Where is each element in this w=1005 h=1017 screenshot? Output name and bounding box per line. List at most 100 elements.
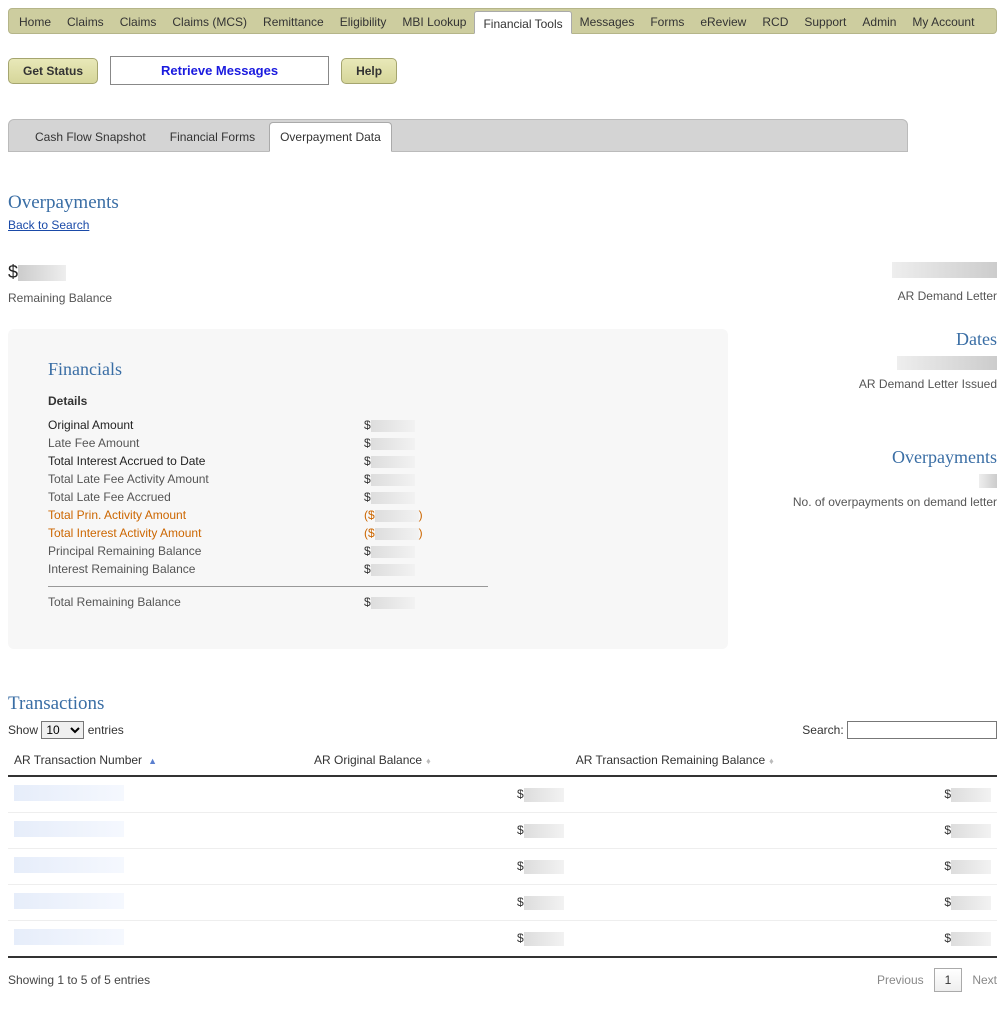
nav-item-eligibility[interactable]: Eligibility xyxy=(332,10,395,33)
main-columns: Financials Details Original Amount$Late … xyxy=(8,329,997,649)
nav-item-admin[interactable]: Admin xyxy=(854,10,904,33)
dates-heading: Dates xyxy=(758,329,997,350)
nav-item-my-account[interactable]: My Account xyxy=(904,10,982,33)
right-sidebar: Dates AR Demand Letter Issued Overpaymen… xyxy=(758,329,997,649)
fin-row: Late Fee Amount$ xyxy=(48,436,688,450)
subtab-financial-forms[interactable]: Financial Forms xyxy=(160,123,265,151)
fin-row-label: Original Amount xyxy=(48,418,364,432)
nav-item-financial-tools[interactable]: Financial Tools xyxy=(474,11,571,34)
get-status-button[interactable]: Get Status xyxy=(8,58,98,84)
show-label-pre: Show xyxy=(8,723,38,737)
fin-row: Total Late Fee Accrued$ xyxy=(48,490,688,504)
ar-demand-letter-masked xyxy=(892,262,997,278)
fin-row-label: Late Fee Amount xyxy=(48,436,364,450)
fin-row-value: ($) xyxy=(364,508,423,522)
subtab-cash-flow-snapshot[interactable]: Cash Flow Snapshot xyxy=(25,123,156,151)
cell-ar-original-balance: $ xyxy=(308,849,570,885)
total-remaining-balance-prefix: $ xyxy=(364,595,371,609)
cell-ar-remaining-balance: $ xyxy=(570,776,997,813)
fin-row: Interest Remaining Balance$ xyxy=(48,562,688,576)
remaining-balance-block: $ Remaining Balance xyxy=(8,262,112,305)
fin-row-value: $ xyxy=(364,490,415,504)
cell-ar-remaining-balance: $ xyxy=(570,849,997,885)
financials-panel: Financials Details Original Amount$Late … xyxy=(8,329,728,649)
financials-divider xyxy=(48,586,488,587)
nav-item-forms[interactable]: Forms xyxy=(642,10,692,33)
nav-item-messages[interactable]: Messages xyxy=(572,10,643,33)
financials-heading: Financials xyxy=(48,359,688,380)
overpayments-side-sublabel: No. of overpayments on demand letter xyxy=(758,495,997,509)
fin-row: Total Late Fee Activity Amount$ xyxy=(48,472,688,486)
nav-item-mbi-lookup[interactable]: MBI Lookup xyxy=(394,10,474,33)
back-to-search-link[interactable]: Back to Search xyxy=(8,218,89,232)
dates-sublabel: AR Demand Letter Issued xyxy=(758,377,997,391)
fin-row-value: ($) xyxy=(364,526,423,540)
fin-row: Total Interest Activity Amount($) xyxy=(48,526,688,540)
col-ar-transaction-number[interactable]: AR Transaction Number xyxy=(8,745,308,776)
show-entries-select[interactable]: 102550100 xyxy=(41,721,84,739)
help-button[interactable]: Help xyxy=(341,58,397,84)
cell-ar-original-balance: $ xyxy=(308,885,570,921)
total-remaining-balance-masked xyxy=(371,597,415,609)
nav-item-rcd[interactable]: RCD xyxy=(754,10,796,33)
sub-tabs: Cash Flow SnapshotFinancial FormsOverpay… xyxy=(8,119,908,152)
table-row: $$ xyxy=(8,885,997,921)
overpayments-side-heading: Overpayments xyxy=(758,447,997,468)
pager-page-1[interactable]: 1 xyxy=(934,968,963,992)
fin-row-value: $ xyxy=(364,454,415,468)
fin-row-value: $ xyxy=(364,544,415,558)
remaining-balance-label: Remaining Balance xyxy=(8,291,112,305)
cell-ar-remaining-balance: $ xyxy=(570,813,997,849)
nav-item-claims[interactable]: Claims xyxy=(59,10,112,33)
cell-ar-original-balance: $ xyxy=(308,921,570,958)
search-input[interactable] xyxy=(847,721,997,739)
fin-row-label: Total Late Fee Accrued xyxy=(48,490,364,504)
fin-row-label: Total Late Fee Activity Amount xyxy=(48,472,364,486)
ar-demand-letter-block: AR Demand Letter xyxy=(892,262,997,303)
fin-row: Total Prin. Activity Amount($) xyxy=(48,508,688,522)
col-ar-transaction-remaining-balance[interactable]: AR Transaction Remaining Balance♦ xyxy=(570,745,997,776)
retrieve-messages-box[interactable]: Retrieve Messages xyxy=(110,56,329,85)
fin-row-label: Interest Remaining Balance xyxy=(48,562,364,576)
transactions-heading: Transactions xyxy=(8,693,997,715)
table-footer: Showing 1 to 5 of 5 entries Previous 1 N… xyxy=(8,968,997,992)
total-remaining-balance-label: Total Remaining Balance xyxy=(48,595,364,609)
cell-ar-remaining-balance: $ xyxy=(570,921,997,958)
nav-item-claims-mcs-[interactable]: Claims (MCS) xyxy=(164,10,255,33)
cell-ar-original-balance: $ xyxy=(308,776,570,813)
fin-row-value: $ xyxy=(364,472,415,486)
remaining-balance-prefix: $ xyxy=(8,262,18,282)
cell-ar-transaction-number xyxy=(8,776,308,813)
col-ar-original-balance[interactable]: AR Original Balance♦ xyxy=(308,745,570,776)
cell-ar-transaction-number xyxy=(8,885,308,921)
remaining-balance-masked xyxy=(18,265,66,281)
nav-item-claims[interactable]: Claims xyxy=(112,10,165,33)
overpayments-count-masked xyxy=(979,474,997,488)
nav-item-remittance[interactable]: Remittance xyxy=(255,10,332,33)
fin-row-label: Total Prin. Activity Amount xyxy=(48,508,364,522)
subtab-overpayment-data[interactable]: Overpayment Data xyxy=(269,122,392,152)
nav-item-support[interactable]: Support xyxy=(796,10,854,33)
fin-row-label: Total Interest Accrued to Date xyxy=(48,454,364,468)
cell-ar-remaining-balance: $ xyxy=(570,885,997,921)
pager-next[interactable]: Next xyxy=(972,973,997,987)
table-row: $$ xyxy=(8,776,997,813)
summary-row: $ Remaining Balance AR Demand Letter xyxy=(8,262,997,305)
overpayments-heading: Overpayments xyxy=(8,192,997,214)
table-row: $$ xyxy=(8,849,997,885)
pager-previous[interactable]: Previous xyxy=(877,973,924,987)
table-info: Showing 1 to 5 of 5 entries xyxy=(8,973,150,987)
ar-demand-letter-label: AR Demand Letter xyxy=(892,289,997,303)
top-nav: HomeClaimsClaimsClaims (MCS)RemittanceEl… xyxy=(8,8,997,34)
cell-ar-transaction-number xyxy=(8,813,308,849)
action-row: Get Status Retrieve Messages Help xyxy=(8,56,997,85)
show-label-post: entries xyxy=(88,723,124,737)
nav-item-home[interactable]: Home xyxy=(11,10,59,33)
table-row: $$ xyxy=(8,921,997,958)
fin-row-value: $ xyxy=(364,436,415,450)
nav-item-ereview[interactable]: eReview xyxy=(692,10,754,33)
fin-row-value: $ xyxy=(364,562,415,576)
pager: Previous 1 Next xyxy=(877,968,997,992)
fin-row: Principal Remaining Balance$ xyxy=(48,544,688,558)
fin-row-label: Total Interest Activity Amount xyxy=(48,526,364,540)
